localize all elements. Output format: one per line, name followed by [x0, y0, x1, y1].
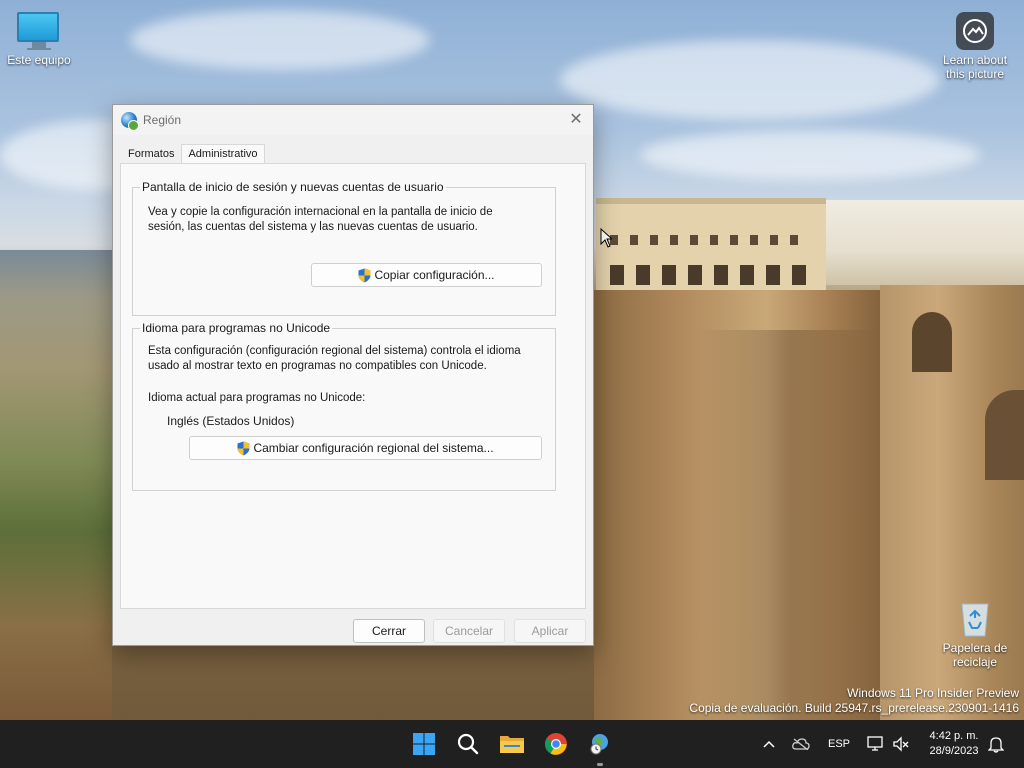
volume-muted-icon: [893, 736, 909, 752]
search-button[interactable]: [453, 729, 483, 759]
button-label: Cambiar configuración regional del siste…: [253, 441, 494, 455]
group-non-unicode: Idioma para programas no Unicode Esta co…: [132, 321, 556, 491]
start-button[interactable]: [409, 729, 439, 759]
dialog-titlebar[interactable]: Región: [113, 105, 593, 135]
clock-date: 28/9/2023: [929, 745, 979, 757]
group-title: Pantalla de inicio de sesión y nuevas cu…: [140, 180, 446, 194]
camera-icon: [956, 12, 994, 50]
region-dialog: Región ✕ Formatos Administrativo Pantall…: [112, 104, 594, 646]
cloud: [640, 130, 980, 180]
globe-icon: [121, 112, 139, 131]
watermark-line: Copia de evaluación. Build 25947.rs_prer…: [689, 701, 1019, 715]
change-system-locale-button[interactable]: Cambiar configuración regional del siste…: [189, 436, 542, 460]
description-line: usado al mostrar texto en programas no c…: [148, 360, 487, 372]
search-icon: [457, 733, 479, 755]
bridge-arch: [985, 390, 1024, 480]
notifications-button[interactable]: [986, 734, 1006, 754]
cloud: [130, 10, 430, 70]
desktop-icon-label: Este equipo: [7, 53, 71, 67]
cancel-button[interactable]: Cancelar: [433, 619, 505, 643]
button-label: Copiar configuración...: [374, 268, 495, 282]
description-line: sesión, las cuentas del sistema y las nu…: [148, 221, 478, 233]
dialog-title: Región: [143, 113, 182, 127]
system-clock[interactable]: 4:42 p. m. 28/9/2023: [918, 729, 990, 759]
onedrive-tray-icon[interactable]: [791, 734, 811, 754]
apply-button[interactable]: Aplicar: [514, 619, 586, 643]
input-language-indicator[interactable]: ESP: [826, 738, 852, 750]
group-login-screen: Pantalla de inicio de sesión y nuevas cu…: [132, 180, 556, 316]
description-line: Esta configuración (configuración region…: [148, 345, 521, 357]
landscape-town: [826, 200, 1024, 285]
recycle-bin-icon: [958, 598, 992, 638]
taskbar-chrome[interactable]: [541, 729, 571, 759]
network-icon: [867, 736, 883, 751]
tab-panel-administrativo: Pantalla de inicio de sesión y nuevas cu…: [120, 163, 586, 609]
taskbar-region-app[interactable]: [585, 729, 615, 759]
desktop-icon-recycle-bin[interactable]: Papelera de reciclaje: [937, 598, 1013, 669]
evaluation-watermark: Windows 11 Pro Insider Preview Copia de …: [689, 686, 1019, 716]
windows-logo-icon: [413, 733, 435, 755]
building-windows: [610, 235, 810, 245]
desktop-icon-this-pc[interactable]: Este equipo: [1, 12, 77, 67]
bell-icon: [988, 737, 1004, 753]
desktop-icon-label: reciclaje: [952, 655, 997, 669]
group-title: Idioma para programas no Unicode: [140, 321, 333, 335]
globe-clock-icon: [590, 734, 608, 755]
network-tray-icon[interactable]: [866, 734, 886, 754]
volume-tray-icon[interactable]: [891, 734, 911, 754]
description-line: Vea y copie la configuración internacion…: [148, 206, 493, 218]
building-arches: [610, 265, 810, 285]
cloud-offline-icon: [792, 738, 810, 750]
current-language-label: Idioma actual para programas no Unicode:: [148, 392, 366, 404]
taskbar: ESP 4:42 p. m. 28/9/2023: [0, 720, 1024, 768]
tab-formatos[interactable]: Formatos: [121, 144, 181, 164]
copy-settings-button[interactable]: Copiar configuración...: [311, 263, 542, 287]
group-description: Esta configuración (configuración region…: [148, 344, 521, 374]
mouse-cursor-icon: [600, 228, 612, 248]
tab-strip: Formatos Administrativo: [121, 143, 265, 165]
tab-administrativo[interactable]: Administrativo: [181, 144, 265, 165]
watermark-line: Windows 11 Pro Insider Preview: [847, 686, 1019, 700]
bridge-arch: [912, 312, 952, 372]
show-hidden-icons-button[interactable]: [759, 734, 779, 754]
desktop-icon-learn-about-picture[interactable]: Learn about this picture: [937, 12, 1013, 81]
clock-time: 4:42 p. m.: [929, 730, 979, 742]
landscape-hills: [0, 250, 112, 720]
desktop-icon-label: Learn about: [942, 53, 1008, 67]
group-description: Vea y copie la configuración internacion…: [148, 205, 493, 235]
chevron-up-icon: [763, 740, 775, 748]
running-indicator: [597, 763, 603, 766]
close-icon[interactable]: ✕: [567, 111, 585, 129]
taskbar-file-explorer[interactable]: [497, 729, 527, 759]
cloud: [560, 40, 940, 120]
chrome-icon: [545, 733, 567, 755]
uac-shield-icon: [237, 441, 250, 455]
uac-shield-icon: [358, 268, 371, 282]
close-button[interactable]: Cerrar: [353, 619, 425, 643]
computer-icon: [17, 12, 61, 50]
folder-icon: [500, 736, 524, 753]
desktop-icon-label: this picture: [945, 67, 1005, 81]
cliff-shadow: [700, 330, 880, 720]
desktop-icon-label: Papelera de: [942, 641, 1008, 655]
current-language-value: Inglés (Estados Unidos): [167, 414, 295, 428]
